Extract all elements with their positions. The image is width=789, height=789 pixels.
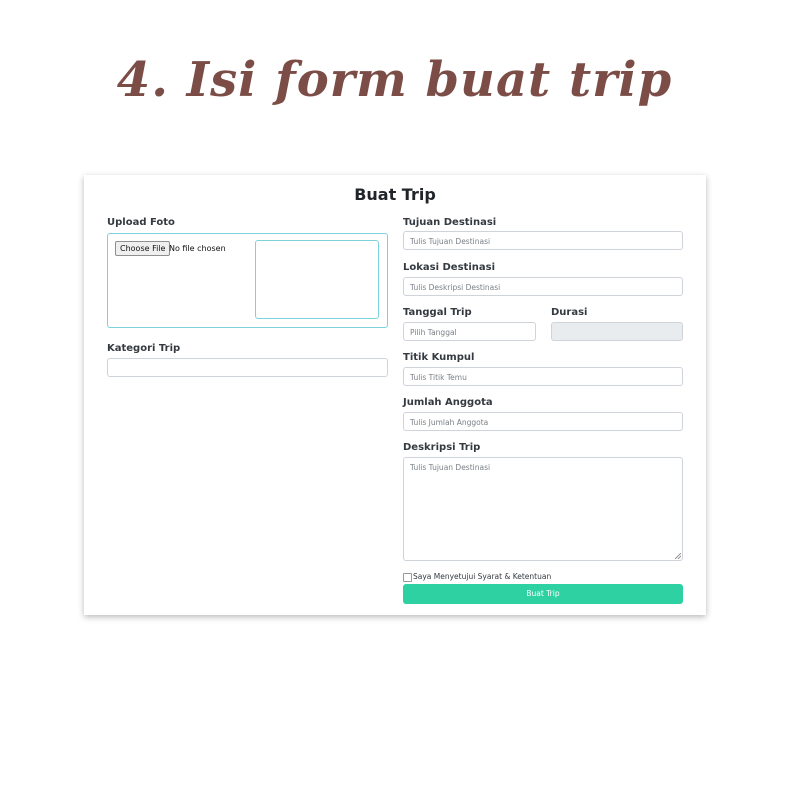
create-trip-form: Buat Trip Upload Foto Choose File No fil…: [84, 175, 706, 615]
member-count-label: Jumlah Anggota: [403, 397, 493, 408]
meeting-point-input[interactable]: Tulis Titik Temu: [403, 367, 683, 386]
meeting-point-label: Titik Kumpul: [403, 352, 475, 363]
photo-preview: [255, 240, 379, 319]
location-label: Lokasi Destinasi: [403, 262, 495, 273]
description-textarea[interactable]: Tulis Tujuan Destinasi: [403, 457, 683, 561]
file-status-text: No file chosen: [169, 244, 226, 253]
category-select[interactable]: [107, 358, 388, 377]
duration-input: [551, 322, 683, 341]
choose-file-button[interactable]: Choose File: [115, 241, 171, 256]
member-count-input[interactable]: Tulis Jumlah Anggota: [403, 412, 683, 431]
create-trip-button[interactable]: Buat Trip: [403, 584, 683, 604]
trip-date-input[interactable]: Pilih Tanggal: [403, 322, 536, 341]
upload-photo-label: Upload Foto: [107, 217, 175, 228]
duration-label: Durasi: [551, 307, 588, 318]
page-headline: 4. Isi form buat trip: [116, 52, 673, 108]
resize-grip-icon[interactable]: [675, 553, 681, 559]
location-input[interactable]: Tulis Deskripsi Destinasi: [403, 277, 683, 296]
description-label: Deskripsi Trip: [403, 442, 481, 453]
trip-date-label: Tanggal Trip: [403, 307, 472, 318]
form-title: Buat Trip: [354, 185, 436, 204]
destination-input[interactable]: Tulis Tujuan Destinasi: [403, 231, 683, 250]
description-placeholder: Tulis Tujuan Destinasi: [410, 463, 491, 472]
agreement-checkbox[interactable]: [403, 573, 412, 582]
category-label: Kategori Trip: [107, 343, 181, 354]
agreement-label[interactable]: Saya Menyetujui Syarat & Ketentuan: [413, 572, 551, 581]
destination-label: Tujuan Destinasi: [403, 217, 497, 228]
upload-photo-box: Choose File No file chosen: [107, 233, 388, 328]
